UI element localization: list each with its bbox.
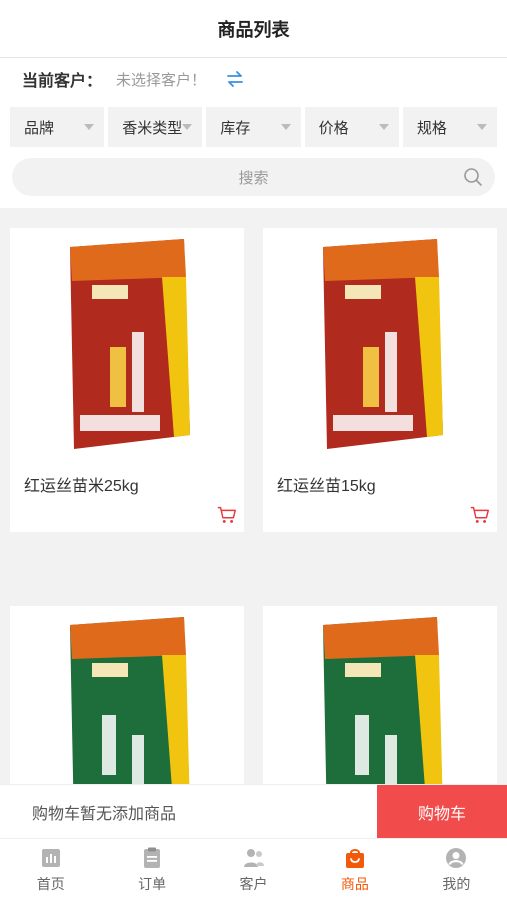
order-icon: [144, 847, 161, 868]
tab-label: 首页: [36, 875, 65, 892]
tab-customers[interactable]: 客户: [203, 839, 304, 900]
filter-label: 品牌: [24, 119, 55, 137]
page-title: 商品列表: [217, 19, 290, 40]
caret-down-icon: [280, 124, 291, 130]
add-to-cart-icon[interactable]: [216, 504, 238, 526]
search-icon[interactable]: [463, 167, 483, 187]
tab-orders[interactable]: 订单: [101, 839, 202, 900]
filter-spec[interactable]: 规格: [402, 107, 498, 147]
product-bag-icon: [345, 848, 364, 868]
top-bar: 商品列表: [0, 0, 507, 58]
filter-label: 香米类型: [122, 119, 183, 137]
tab-label: 客户: [239, 875, 268, 892]
cart-summary-bar: 购物车暂无添加商品 购物车: [0, 784, 507, 839]
product-card[interactable]: [263, 606, 497, 784]
product-name: 红运丝苗15kg: [277, 478, 376, 495]
product-card[interactable]: 红运丝苗15kg: [263, 228, 497, 532]
filter-stock[interactable]: 库存: [206, 107, 301, 147]
caret-down-icon: [182, 124, 193, 130]
filter-label: 价格: [318, 119, 349, 137]
caret-down-icon: [378, 124, 389, 130]
home-icon: [41, 848, 60, 867]
profile-icon: [446, 847, 467, 868]
current-customer-value: 未选择客户！: [116, 71, 207, 89]
search-placeholder: 搜索: [238, 169, 269, 187]
search-input[interactable]: 搜索: [12, 158, 495, 196]
cart-empty-text: 购物车暂无添加商品: [32, 805, 177, 823]
product-image: [263, 606, 497, 784]
product-card[interactable]: [10, 606, 244, 784]
current-customer-label: 当前客户：: [22, 73, 103, 90]
filter-price[interactable]: 价格: [304, 107, 399, 147]
tab-home[interactable]: 首页: [0, 839, 101, 900]
product-grid: 红运丝苗米25kg 红运丝苗15kg: [0, 208, 507, 784]
tab-label: 订单: [138, 875, 167, 892]
filter-label: 库存: [220, 119, 251, 137]
tab-label: 商品: [340, 875, 369, 892]
current-customer-bar: 当前客户： 未选择客户！: [0, 58, 507, 100]
product-card[interactable]: 红运丝苗米25kg: [10, 228, 244, 532]
filter-rice-type[interactable]: 香米类型: [108, 107, 203, 147]
bottom-tab-bar: 首页 订单 客户 商品 我的: [0, 838, 507, 900]
product-name: 红运丝苗米25kg: [24, 478, 139, 495]
tab-products[interactable]: 商品: [304, 839, 405, 900]
search-section: 搜索: [0, 154, 507, 208]
filter-brand[interactable]: 品牌: [10, 107, 105, 147]
product-image: [10, 228, 244, 460]
add-to-cart-icon[interactable]: [469, 504, 491, 526]
caret-down-icon: [84, 124, 95, 130]
customer-icon: [243, 848, 264, 867]
caret-down-icon: [477, 124, 488, 130]
cart-button[interactable]: 购物车: [377, 784, 507, 839]
filter-bar: 品牌 香米类型 库存 价格 规格: [0, 100, 507, 154]
tab-profile[interactable]: 我的: [406, 839, 507, 900]
swap-icon[interactable]: [224, 68, 246, 90]
filter-label: 规格: [416, 119, 447, 137]
tab-label: 我的: [442, 875, 471, 892]
product-image: [10, 606, 244, 784]
product-image: [263, 228, 497, 460]
